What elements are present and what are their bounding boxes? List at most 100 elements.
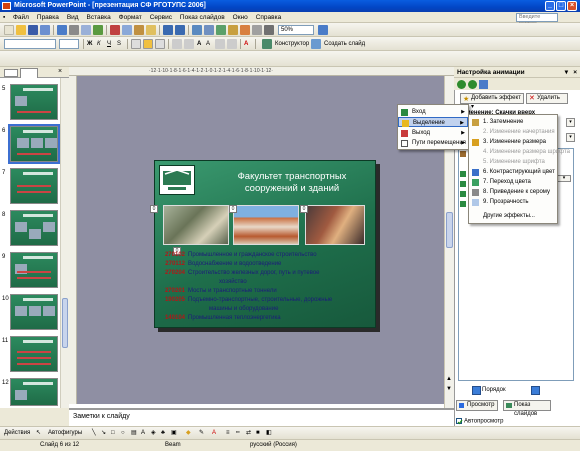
slide-thumbnail-selected[interactable]	[8, 124, 60, 164]
fill-color-icon[interactable]: ◆	[186, 428, 191, 438]
add-effect-button[interactable]: ★ Добавить эффект ▾	[460, 93, 524, 110]
copy-icon[interactable]	[122, 25, 132, 35]
tab-outline[interactable]	[4, 69, 18, 77]
slide-thumbnail[interactable]	[10, 210, 58, 246]
emphasis-transparency[interactable]: 9. Прозрачность	[469, 197, 557, 207]
line-style-icon[interactable]: ≡	[226, 428, 230, 438]
insert-diagram-icon[interactable]	[228, 25, 238, 35]
preview-button[interactable]: Просмотр	[456, 400, 498, 411]
help-question-input[interactable]: Введите вопрос	[516, 13, 558, 27]
menu-item-entrance[interactable]: Вход ▶	[398, 107, 468, 117]
align-center-icon[interactable]	[143, 39, 153, 49]
start-dropdown-icon[interactable]: ▾	[566, 118, 575, 127]
doc-icon[interactable]: ▪	[0, 12, 8, 23]
emphasis-darken[interactable]: 1. Затемнение	[469, 117, 557, 127]
slide-thumbnail[interactable]	[10, 378, 58, 406]
emphasis-color-wave[interactable]: 7. Переход цвета	[469, 177, 557, 187]
arrow-style-icon[interactable]: ⇄	[246, 428, 251, 438]
help-icon[interactable]	[318, 25, 328, 35]
menu-format[interactable]: Формат	[116, 12, 145, 23]
actions-menu[interactable]: Действия	[4, 428, 30, 438]
slide-title[interactable]: Факультет транспортных сооружений и здан…	[217, 171, 367, 195]
slide-thumbnail[interactable]	[10, 168, 58, 204]
item-dropdown-icon[interactable]: ▾	[557, 175, 571, 182]
menu-insert[interactable]: Вставка	[84, 12, 114, 23]
increase-indent-icon[interactable]	[227, 39, 237, 49]
back-icon[interactable]	[457, 80, 466, 89]
align-right-icon[interactable]	[155, 39, 165, 49]
permission-icon[interactable]	[40, 25, 50, 35]
effect-item-icon[interactable]	[460, 201, 466, 207]
animation-marker[interactable]: 0	[229, 205, 237, 213]
3d-style-icon[interactable]: ◧	[266, 428, 272, 438]
tables-borders-icon[interactable]	[216, 25, 226, 35]
insert-table-icon[interactable]	[204, 25, 214, 35]
more-effects-menu-item[interactable]: Другие эффекты...	[469, 211, 557, 221]
line-icon[interactable]: ╲	[92, 428, 96, 438]
menu-tools[interactable]: Сервис	[147, 12, 175, 23]
close-icon[interactable]: ×	[567, 1, 577, 11]
emphasis-grow-shrink[interactable]: 3. Изменение размера	[469, 137, 557, 147]
effect-item-icon[interactable]	[460, 151, 466, 157]
new-icon[interactable]	[4, 25, 14, 35]
move-down-icon[interactable]	[531, 386, 540, 395]
decrease-font-icon[interactable]: A	[206, 39, 210, 49]
undo-icon[interactable]	[163, 25, 173, 35]
redo-icon[interactable]	[175, 25, 185, 35]
prev-slide-icon[interactable]: ▲	[446, 376, 453, 383]
underline-icon[interactable]: Ч	[107, 39, 111, 49]
menu-edit[interactable]: Правка	[34, 12, 62, 23]
rectangle-icon[interactable]: □	[111, 428, 115, 438]
format-painter-icon[interactable]	[146, 25, 156, 35]
spelling-icon[interactable]	[93, 25, 103, 35]
menu-file[interactable]: Файл	[10, 12, 32, 23]
slide-thumbnail[interactable]	[10, 294, 58, 330]
arrow-icon[interactable]: ↘	[101, 428, 106, 438]
effect-item-icon[interactable]	[460, 171, 466, 177]
autoshapes-menu[interactable]: Автофигуры	[48, 428, 82, 438]
current-slide[interactable]: Факультет транспортных сооружений и здан…	[150, 160, 376, 328]
shadow-icon[interactable]: S	[117, 39, 121, 49]
menu-help[interactable]: Справка	[253, 12, 285, 23]
show-formatting-icon[interactable]	[252, 25, 262, 35]
designer-button[interactable]: Конструктор	[275, 39, 309, 49]
oval-icon[interactable]: ○	[121, 428, 125, 438]
numbering-icon[interactable]	[172, 39, 182, 49]
slide-thumbnail[interactable]	[10, 336, 58, 372]
zoom-select[interactable]: 50%	[278, 25, 314, 35]
tab-slides[interactable]	[20, 68, 38, 78]
expand-all-icon[interactable]	[240, 25, 250, 35]
next-slide-icon[interactable]: ▼	[446, 386, 453, 393]
line-color-icon[interactable]: ✎	[199, 428, 204, 438]
students-photo[interactable]	[305, 205, 365, 245]
emphasis-desaturate[interactable]: 8. Приведение к серому	[469, 187, 557, 197]
new-slide-icon[interactable]	[311, 39, 321, 49]
font-color-icon[interactable]: A	[244, 39, 248, 49]
bridge-photo[interactable]	[163, 205, 229, 245]
shadow-style-icon[interactable]: ■	[256, 428, 260, 438]
insert-chart-icon[interactable]	[192, 25, 202, 35]
scroll-thumb[interactable]	[62, 298, 68, 348]
maximize-icon[interactable]: □	[556, 1, 566, 11]
increase-font-icon[interactable]: A	[197, 39, 201, 49]
save-icon[interactable]	[28, 25, 38, 35]
email-icon[interactable]	[57, 25, 67, 35]
forward-icon[interactable]	[468, 80, 477, 89]
dash-style-icon[interactable]: ┅	[236, 428, 240, 438]
align-left-icon[interactable]	[131, 39, 141, 49]
notes-pane[interactable]: Заметки к слайду	[69, 408, 454, 426]
slide-thumbnail[interactable]	[10, 252, 58, 288]
slides-panel-scrollbar[interactable]	[60, 78, 69, 408]
menu-item-emphasis[interactable]: Выделение ▶	[398, 117, 468, 127]
font-size-select[interactable]	[59, 39, 79, 49]
wordart-icon[interactable]: A	[141, 428, 145, 438]
textbox-icon[interactable]: ▤	[131, 428, 137, 438]
slide-design-icon[interactable]	[262, 39, 272, 49]
slide-thumbnail[interactable]	[10, 84, 58, 120]
diagram-icon[interactable]: ◈	[151, 428, 156, 438]
menu-view[interactable]: Вид	[64, 12, 82, 23]
menu-item-motion-paths[interactable]: Пути перемещения ▶	[398, 138, 468, 148]
checkbox-checked[interactable]	[456, 418, 463, 425]
clipart-icon[interactable]: ♣	[161, 428, 165, 438]
slideshow-button[interactable]: Показ слайдов	[503, 400, 551, 417]
